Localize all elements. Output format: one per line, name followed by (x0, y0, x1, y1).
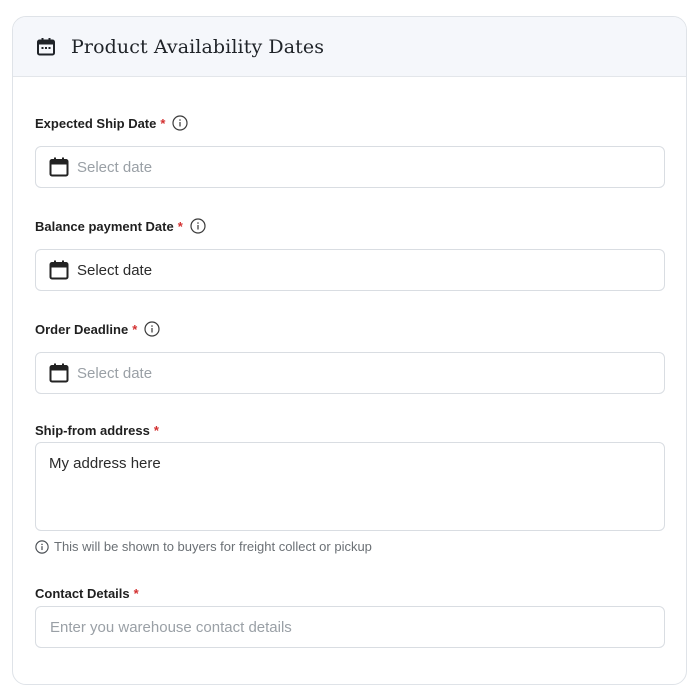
balance-payment-date-input[interactable]: Select date (35, 249, 665, 291)
calendar-icon (49, 157, 69, 177)
info-icon[interactable] (190, 218, 206, 234)
required-asterisk: * (132, 321, 138, 337)
balance-payment-date-label-text: Balance payment Date (35, 218, 174, 234)
contact-details-input[interactable]: Enter you warehouse contact details (35, 606, 665, 648)
calendar-icon (35, 36, 57, 58)
required-asterisk: * (177, 218, 183, 234)
card-header: Product Availability Dates (13, 17, 686, 77)
expected-ship-date-label: Expected Ship Date * (35, 114, 189, 132)
order-deadline-label-text: Order Deadline (35, 321, 129, 337)
info-icon[interactable] (172, 115, 189, 131)
ship-from-address-hint: This will be shown to buyers for freight… (35, 539, 372, 554)
contact-details-label-text: Contact Details (35, 585, 130, 601)
calendar-icon (49, 260, 69, 280)
contact-details-placeholder: Enter you warehouse contact details (50, 618, 292, 636)
required-asterisk: * (153, 422, 159, 438)
contact-details-label: Contact Details * (35, 584, 139, 602)
availability-dates-card: Product Availability Dates Expected Ship… (12, 16, 687, 685)
calendar-icon (49, 363, 69, 383)
order-deadline-placeholder: Select date (77, 364, 153, 382)
required-asterisk: * (133, 585, 139, 601)
info-icon[interactable] (144, 321, 160, 337)
ship-from-address-textarea[interactable]: My address here (35, 442, 665, 531)
ship-from-address-label: Ship-from address * (35, 421, 159, 439)
balance-payment-date-value: Select date (77, 261, 153, 279)
order-deadline-label: Order Deadline * (35, 320, 160, 338)
expected-ship-date-placeholder: Select date (77, 158, 153, 176)
expected-ship-date-label-text: Expected Ship Date (35, 115, 157, 131)
balance-payment-date-label: Balance payment Date * (35, 217, 206, 235)
expected-ship-date-input[interactable]: Select date (35, 146, 665, 188)
ship-from-address-label-text: Ship-from address (35, 422, 150, 438)
hint-text: This will be shown to buyers for freight… (54, 539, 372, 554)
required-asterisk: * (160, 115, 166, 131)
card-title: Product Availability Dates (71, 35, 325, 58)
order-deadline-input[interactable]: Select date (35, 352, 665, 394)
info-icon (35, 539, 49, 554)
